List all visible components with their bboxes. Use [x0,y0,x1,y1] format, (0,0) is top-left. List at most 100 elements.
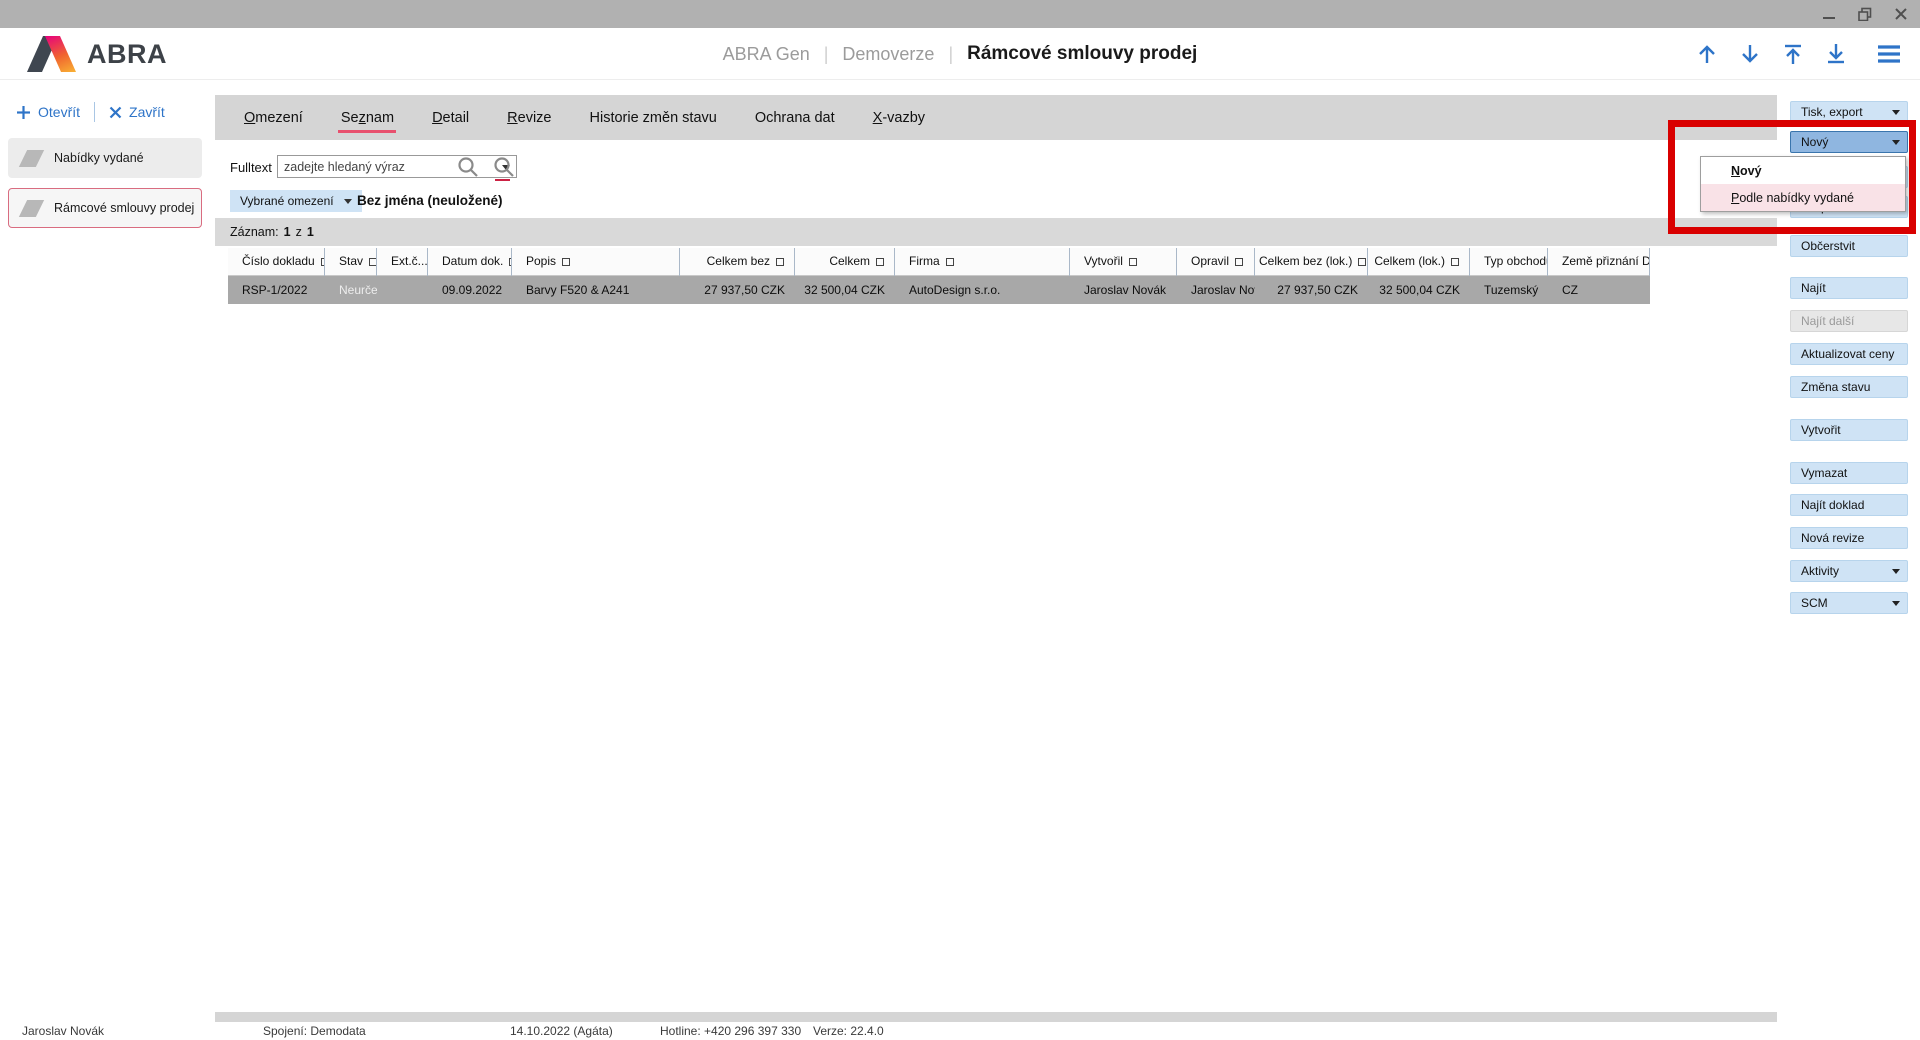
table-cell[interactable]: AutoDesign s.r.o. [895,276,1070,304]
tab-omezeni[interactable]: Omezení [225,95,322,140]
column-header[interactable]: Opravil [1177,248,1255,276]
new-button[interactable]: Nový [1790,131,1908,153]
panel-bottom-strip [215,1012,1777,1022]
close-icon[interactable] [1890,3,1912,25]
new-revision-button[interactable]: Nová revize [1790,527,1908,549]
new-dropdown-menu: Nový Podle nabídky vydané [1700,156,1906,212]
sort-checkbox-icon[interactable] [1129,258,1137,266]
menu-item-podle-nabidky-vydane[interactable]: Podle nabídky vydané [1701,184,1905,211]
table-cell[interactable]: CZ [1548,276,1650,304]
table-cell[interactable]: 09.09.2022 [428,276,512,304]
table-cell[interactable]: Jaroslav Novák [1070,276,1177,304]
column-header[interactable]: Země přiznání DPH [1548,248,1650,276]
table-cell[interactable]: Neurčeno [325,276,377,304]
plus-icon [16,105,31,120]
sort-checkbox-icon[interactable] [1235,258,1243,266]
sort-checkbox-icon[interactable] [1451,258,1459,266]
print-export-button[interactable]: Tisk, export [1790,101,1908,123]
update-prices-button[interactable]: Aktualizovat ceny [1790,343,1908,365]
column-header[interactable]: Typ obchodu [1470,248,1548,276]
menu-item-novy[interactable]: Nový [1701,157,1905,184]
table-row[interactable]: RSP-1/2022Neurčeno 09.09.2022Barvy F520 &… [228,276,1650,304]
tab-detail[interactable]: Detail [413,95,488,140]
table-cell[interactable]: RSP-1/2022 [228,276,325,304]
table-cell[interactable]: 27 937,50 CZK [680,276,795,304]
table-cell[interactable] [377,276,428,304]
column-header[interactable]: Ext.č... [377,248,428,276]
sidebar-item-nabidky-vydane[interactable]: Nabídky vydané [8,138,202,178]
table-cell[interactable]: 32 500,04 CZK [1368,276,1470,304]
page-title: Rámcové smlouvy prodej [967,43,1197,65]
tab-revize[interactable]: Revize [488,95,570,140]
sort-checkbox-icon[interactable] [1358,258,1366,266]
status-user: Jaroslav Novák [22,1024,104,1038]
search-icon[interactable] [455,154,481,180]
documents-table: Číslo dokladuStavExt.č...Datum dok.Popis… [228,248,1650,304]
chevron-down-icon [344,199,352,208]
accesskey-underline [495,179,510,181]
search-next-icon[interactable] [491,154,517,180]
sidebar-item-ramcove-smlouvy-prodej[interactable]: Rámcové smlouvy prodej [8,188,202,228]
table-cell[interactable]: Barvy F520 & A241 [512,276,680,304]
sort-checkbox-icon[interactable] [876,258,884,266]
window-titlebar [0,0,1920,28]
close-tab-button[interactable]: Zavřít [103,100,171,124]
record-total: 1 [307,225,314,239]
list-area: Číslo dokladuStavExt.č...Datum dok.Popis… [215,246,1777,1012]
delete-button[interactable]: Vymazat [1790,462,1908,484]
sort-checkbox-icon[interactable] [776,258,784,266]
column-header[interactable]: Vytvořil [1070,248,1177,276]
column-header[interactable]: Datum dok. [428,248,512,276]
status-connection: Spojení: Demodata [263,1024,366,1038]
table-cell[interactable]: Tuzemský [1470,276,1548,304]
refresh-button[interactable]: Občerstvit [1790,235,1908,257]
breadcrumb-app: ABRA Gen [723,44,810,65]
arrow-to-top-icon[interactable] [1780,41,1806,67]
breadcrumb-environment: Demoverze [842,44,934,65]
find-next-button[interactable]: Najít další [1790,310,1908,332]
tab-historie-zmen-stavu[interactable]: Historie změn stavu [571,95,736,140]
table-cell[interactable]: 32 500,04 CZK [795,276,895,304]
restriction-name: Bez jména (neuložené) [357,193,503,208]
active-tab-indicator [338,130,396,133]
find-document-button[interactable]: Najít doklad [1790,494,1908,516]
arrow-to-bottom-icon[interactable] [1823,41,1849,67]
record-current: 1 [284,225,291,239]
arrow-up-icon[interactable] [1694,41,1720,67]
tab-ochrana-dat[interactable]: Ochrana dat [736,95,854,140]
table-cell[interactable]: 27 937,50 CZK [1255,276,1368,304]
center-panel: Omezení Seznam Detail Revize Historie zm… [215,95,1777,1022]
breadcrumb-separator: | [948,44,953,65]
open-button[interactable]: Otevřít [10,100,86,124]
left-sidebar: Otevřít Zavřít Nabídky vydané Rámcové sm… [0,80,210,1022]
minimize-icon[interactable] [1818,3,1840,25]
tab-x-vazby[interactable]: X-vazby [854,95,944,140]
column-header[interactable]: Celkem bez [680,248,795,276]
scm-button[interactable]: SCM [1790,592,1908,614]
column-header[interactable]: Popis [512,248,680,276]
column-header[interactable]: Firma [895,248,1070,276]
change-state-button[interactable]: Změna stavu [1790,376,1908,398]
column-header[interactable]: Celkem [795,248,895,276]
breadcrumb: ABRA Gen | Demoverze | Rámcové smlouvy p… [0,28,1920,80]
create-button[interactable]: Vytvořit [1790,419,1908,441]
tab-seznam[interactable]: Seznam [322,95,413,140]
sort-checkbox-icon[interactable] [562,258,570,266]
column-header[interactable]: Celkem (lok.) [1368,248,1470,276]
restore-icon[interactable] [1854,3,1876,25]
activities-button[interactable]: Aktivity [1790,560,1908,582]
fulltext-label: Fulltext [230,160,272,175]
breadcrumb-separator: | [824,44,829,65]
selected-restriction-button[interactable]: Vybrané omezení [230,190,362,212]
find-button[interactable]: Najít [1790,277,1908,299]
hamburger-menu-icon[interactable] [1876,41,1902,67]
table-cell[interactable]: Jaroslav Novák [1177,276,1255,304]
sort-checkbox-icon[interactable] [946,258,954,266]
sort-checkbox-icon[interactable] [369,258,377,266]
arrow-down-icon[interactable] [1737,41,1763,67]
column-header[interactable]: Stav [325,248,377,276]
tab-bar: Omezení Seznam Detail Revize Historie zm… [215,95,1777,140]
column-header[interactable]: Číslo dokladu [228,248,325,276]
sidebar-item-label: Rámcové smlouvy prodej [54,201,194,215]
column-header[interactable]: Celkem bez (lok.) [1255,248,1368,276]
